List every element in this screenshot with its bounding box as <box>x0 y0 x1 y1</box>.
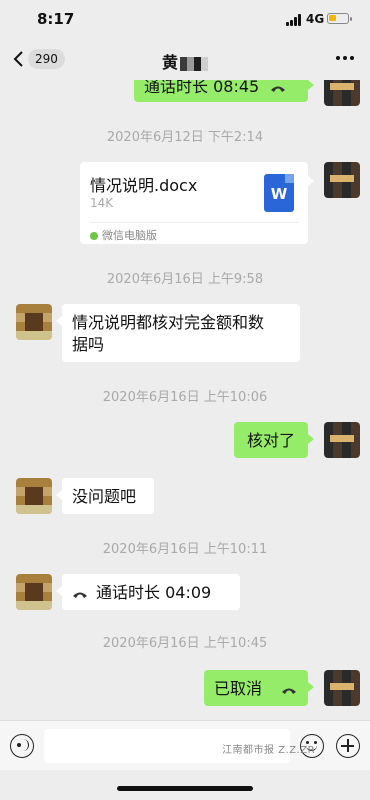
network-label: 4G <box>306 12 325 26</box>
self-avatar[interactable] <box>324 670 360 706</box>
plus-icon[interactable] <box>336 734 360 758</box>
timestamp: 2020年6月16日 上午9:58 <box>106 272 264 287</box>
timestamp: 2020年6月16日 上午10:11 <box>102 542 268 557</box>
call-duration-bubble[interactable]: 通话时长 04:09 <box>56 574 240 610</box>
contact-avatar[interactable] <box>16 478 52 514</box>
divider <box>90 222 298 223</box>
timestamp: 2020年6月16日 上午10:06 <box>102 390 268 405</box>
phone-icon <box>73 592 87 598</box>
wechat-pc-icon <box>90 232 98 240</box>
file-name: 情况说明.docx <box>90 176 198 195</box>
status-bar: 8:17 4G <box>0 0 370 40</box>
chat-header: 290 黄 <box>0 40 370 80</box>
message-list[interactable]: 通话时长 08:45 2020年6月12日 下午2:14 情况说明.docx 1… <box>0 80 370 720</box>
received-message[interactable]: 情况说明都核对完金额和数 据吗 <box>56 304 300 362</box>
call-duration-bubble[interactable]: 通话时长 08:45 <box>134 80 314 102</box>
self-avatar[interactable] <box>324 422 360 458</box>
voice-icon[interactable] <box>10 734 34 758</box>
received-message[interactable]: 没问题吧 <box>56 478 154 514</box>
sent-message[interactable]: 核对了 <box>234 422 314 458</box>
file-message[interactable]: 情况说明.docx 14K W 微信电脑版 <box>80 162 314 244</box>
timestamp: 2020年6月12日 下午2:14 <box>106 130 264 145</box>
watermark: 江南都市报 Z.Z.ZR <box>222 745 316 756</box>
signal-icon <box>286 14 303 26</box>
contact-avatar[interactable] <box>16 304 52 340</box>
phone-icon <box>282 688 297 694</box>
self-avatar[interactable] <box>324 162 360 198</box>
self-avatar[interactable] <box>324 80 360 106</box>
contact-name: 黄 <box>161 53 178 72</box>
file-size: 14K <box>90 196 114 210</box>
chat-title: 黄 <box>0 49 370 73</box>
file-source: 微信电脑版 <box>90 227 157 243</box>
more-dots-icon[interactable] <box>336 56 354 62</box>
home-indicator <box>117 786 253 791</box>
contact-avatar[interactable] <box>16 574 52 610</box>
timestamp: 2020年6月16日 上午10:45 <box>102 636 268 651</box>
name-censor-mosaic <box>180 56 208 71</box>
status-time: 8:17 <box>37 10 75 28</box>
phone-icon <box>271 86 286 92</box>
cancelled-call-bubble[interactable]: 已取消 <box>204 670 314 706</box>
battery-icon <box>327 13 352 24</box>
word-file-icon: W <box>264 174 294 212</box>
